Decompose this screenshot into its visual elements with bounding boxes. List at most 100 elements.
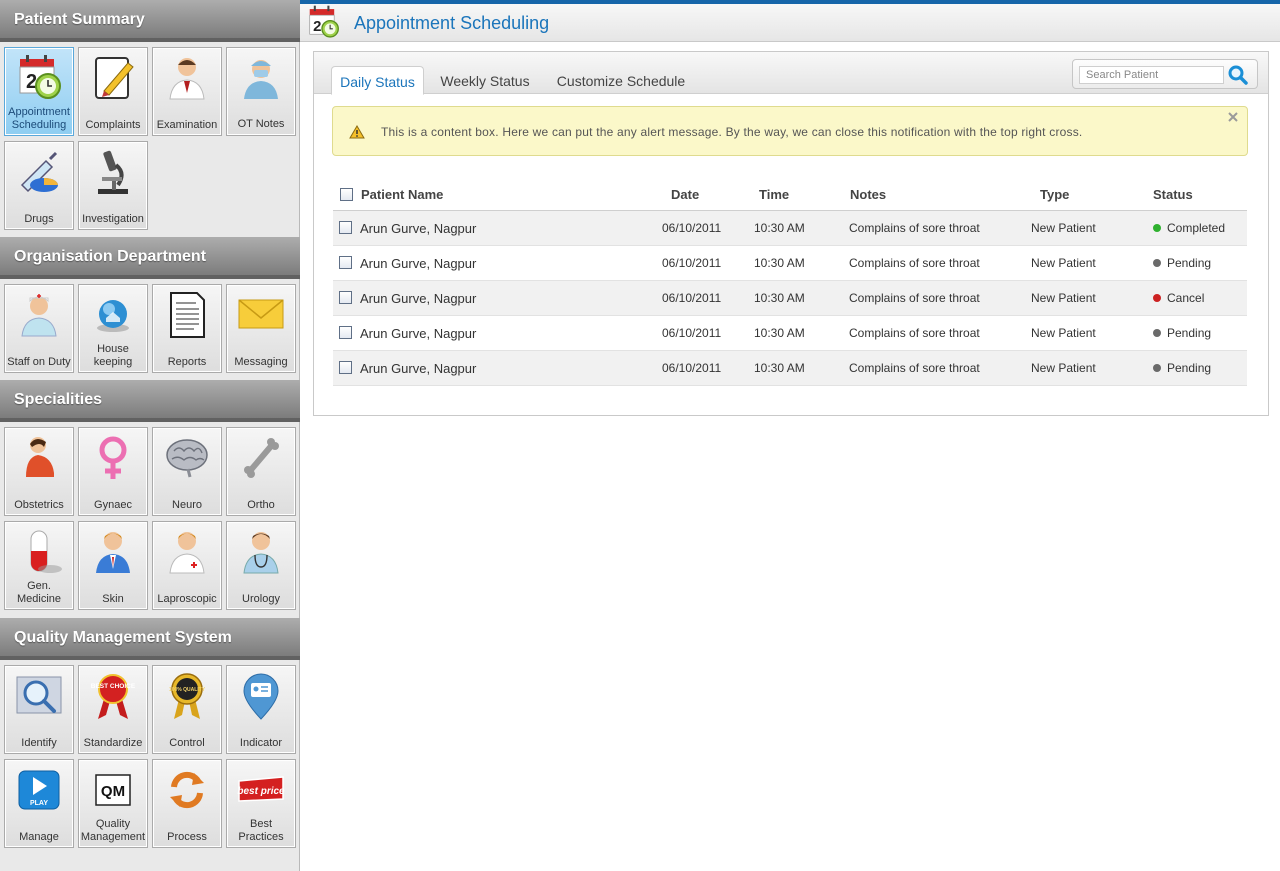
appointment-time: 10:30 AM (754, 256, 805, 270)
tab-bar: Daily Status Weekly Status Customize Sch… (314, 52, 1268, 95)
appointment-date: 06/10/2011 (662, 221, 722, 235)
tile-neuro[interactable]: Neuro (152, 427, 222, 516)
status-cell: Pending (1153, 361, 1211, 375)
surgeon-icon (244, 60, 278, 99)
appointment-date: 06/10/2011 (662, 256, 722, 270)
table-row[interactable]: Arun Gurve, Nagpur 06/10/2011 10:30 AM C… (333, 211, 1247, 246)
tile-label: Control (169, 737, 205, 749)
best-choice-badge-icon: BEST CHOICE (91, 674, 136, 719)
table-row[interactable]: Arun Gurve, Nagpur 06/10/2011 10:30 AM C… (333, 246, 1247, 281)
tile-standardize[interactable]: BEST CHOICE Standardize (78, 665, 148, 754)
tile-investigation[interactable]: Investigation (78, 141, 148, 230)
tile-label: Gen. Medicine (16, 580, 62, 605)
tile-staff-on-duty[interactable]: Staff on Duty (4, 284, 74, 373)
tile-label: Appointment Scheduling (8, 106, 70, 131)
tile-best-practices[interactable]: best price Best Practices (226, 759, 296, 848)
tile-process[interactable]: Process (152, 759, 222, 848)
header-patient-name: Patient Name (361, 187, 444, 202)
notepad-pencil-icon (95, 57, 134, 99)
tile-laproscopic[interactable]: Laproscopic (152, 521, 222, 610)
tile-identify[interactable]: Identify (4, 665, 74, 754)
status-cell: Pending (1153, 256, 1211, 270)
tile-label: Drugs (24, 213, 54, 225)
appointment-notes: Complains of sore throat (849, 221, 980, 235)
section-header-organisation-department: Organisation Department (0, 237, 300, 279)
table-row[interactable]: Arun Gurve, Nagpur 06/10/2011 10:30 AM C… (333, 316, 1247, 351)
best-price-tag-icon: best price (237, 776, 285, 802)
patient-type: New Patient (1031, 361, 1096, 375)
table-header-row: Patient Name Date Time Notes Type Status (333, 180, 1247, 211)
tile-label: Staff on Duty (7, 356, 71, 368)
row-checkbox[interactable] (339, 361, 352, 374)
status-dot-icon (1153, 224, 1161, 232)
appointments-table: Patient Name Date Time Notes Type Status… (333, 180, 1247, 386)
tile-gen-medicine[interactable]: Gen. Medicine (4, 521, 74, 610)
female-symbol-icon (99, 436, 127, 479)
tile-manage[interactable]: PLAY Manage (4, 759, 74, 848)
tile-complaints[interactable]: Complaints (78, 47, 148, 136)
tile-label: Urology (242, 593, 280, 605)
tile-examination[interactable]: Examination (152, 47, 222, 136)
doctor-icon (169, 58, 205, 100)
search-box (1072, 59, 1258, 89)
appointment-date: 06/10/2011 (662, 291, 722, 305)
search-icon[interactable] (1228, 65, 1248, 85)
tile-label: Investigation (82, 213, 144, 225)
alert-message: This is a content box. Here we can put t… (381, 125, 1083, 139)
appointment-time: 10:30 AM (754, 326, 805, 340)
tile-messaging[interactable]: Messaging (226, 284, 296, 373)
tile-house-keeping[interactable]: House keeping (78, 284, 148, 373)
row-checkbox[interactable] (339, 256, 352, 269)
row-checkbox[interactable] (339, 291, 352, 304)
row-checkbox[interactable] (339, 221, 352, 234)
best-price-text: best price (237, 786, 285, 797)
tile-appointment-scheduling[interactable]: 2 Appointment Scheduling (4, 47, 74, 136)
select-all-checkbox[interactable] (340, 188, 353, 201)
tab-daily-status[interactable]: Daily Status (331, 66, 424, 95)
appointment-notes: Complains of sore throat (849, 361, 980, 375)
section-header-specialities: Specialities (0, 380, 300, 422)
tile-ot-notes[interactable]: OT Notes (226, 47, 296, 136)
appointment-date: 06/10/2011 (662, 326, 722, 340)
row-checkbox[interactable] (339, 326, 352, 339)
tile-label: Skin (102, 593, 124, 605)
patient-type: New Patient (1031, 326, 1096, 340)
section-header-patient-summary: Patient Summary (0, 0, 300, 42)
refresh-arrows-icon (170, 771, 204, 809)
patient-name: Arun Gurve, Nagpur (360, 256, 477, 271)
status-cell: Completed (1153, 221, 1225, 235)
tile-quality-management[interactable]: QM Quality Management (78, 759, 148, 848)
tile-indicator[interactable]: Indicator (226, 665, 296, 754)
status-cell: Cancel (1153, 291, 1204, 305)
tile-ortho[interactable]: Ortho (226, 427, 296, 516)
tab-weekly-status[interactable]: Weekly Status (432, 66, 538, 94)
doctor-stethoscope-icon (243, 532, 279, 574)
search-input[interactable] (1079, 66, 1224, 84)
sidebar: Patient Summary 2 Appointment Scheduling… (0, 0, 300, 871)
tile-reports[interactable]: Reports (152, 284, 222, 373)
qm-text: QM (101, 783, 125, 800)
tile-control[interactable]: 100% QUALITY Control (152, 665, 222, 754)
patient-type: New Patient (1031, 256, 1096, 270)
calendar-day-text: 2 (26, 71, 37, 93)
patient-type: New Patient (1031, 291, 1096, 305)
table-row[interactable]: Arun Gurve, Nagpur 06/10/2011 10:30 AM C… (333, 281, 1247, 316)
tile-skin[interactable]: Skin (78, 521, 148, 610)
table-row[interactable]: Arun Gurve, Nagpur 06/10/2011 10:30 AM C… (333, 351, 1247, 386)
appointment-time: 10:30 AM (754, 361, 805, 375)
house-sphere-icon (97, 300, 129, 332)
appointment-notes: Complains of sore throat (849, 326, 980, 340)
close-icon[interactable] (1227, 111, 1239, 123)
patient-name: Arun Gurve, Nagpur (360, 291, 477, 306)
patient-name: Arun Gurve, Nagpur (360, 361, 477, 376)
tile-drugs[interactable]: Drugs (4, 141, 74, 230)
warning-icon (349, 125, 365, 139)
status-dot-icon (1153, 294, 1161, 302)
tab-customize-schedule[interactable]: Customize Schedule (548, 66, 694, 94)
patient-name: Arun Gurve, Nagpur (360, 326, 477, 341)
man-suit-icon (96, 532, 130, 573)
tile-gynaec[interactable]: Gynaec (78, 427, 148, 516)
tile-obstetrics[interactable]: Obstetrics (4, 427, 74, 516)
calendar-clock-icon: 2 (19, 55, 61, 99)
tile-urology[interactable]: Urology (226, 521, 296, 610)
